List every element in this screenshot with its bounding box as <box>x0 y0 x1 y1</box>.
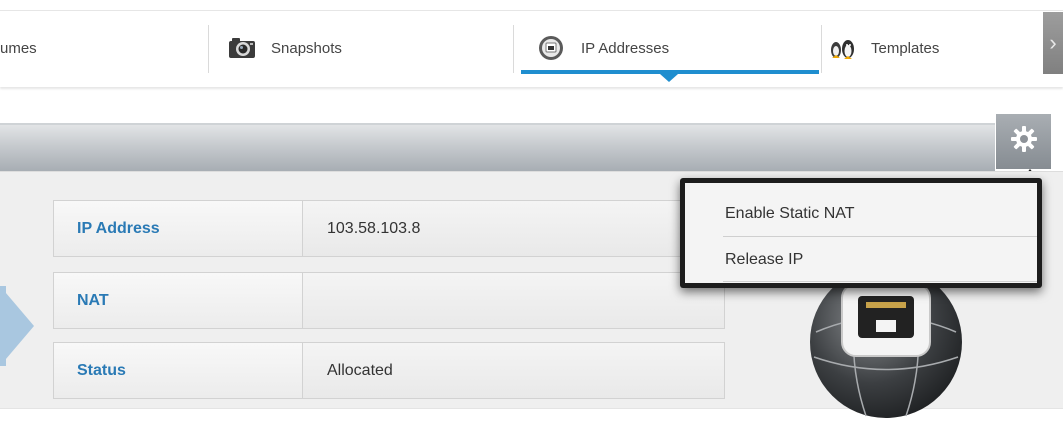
detail-row-ip-address: IP Address 103.58.103.8 <box>53 200 725 257</box>
menu-divider <box>723 281 1037 282</box>
detail-value <box>303 273 724 328</box>
side-indicator-arrow <box>0 286 34 366</box>
gear-icon <box>1010 125 1038 158</box>
tab-bar: umes Snapshots IP Addresses Templates <box>0 10 1063 87</box>
app-window: umes Snapshots IP Addresses Templates › … <box>0 0 1063 442</box>
menu-item-enable-static-nat[interactable]: Enable Static NAT <box>685 191 1037 237</box>
detail-label: Status <box>54 343 303 398</box>
tab-divider <box>208 25 209 73</box>
tab-ip-addresses-label: IP Addresses <box>581 39 670 57</box>
templates-icon <box>827 33 857 63</box>
detail-label: IP Address <box>54 201 303 256</box>
actions-menu-list: Enable Static NAT Release IP <box>685 183 1037 283</box>
detail-value: 103.58.103.8 <box>303 201 724 256</box>
menu-item-release-ip[interactable]: Release IP <box>685 237 1037 283</box>
menu-item-label: Release IP <box>725 251 804 268</box>
menu-item-label: Enable Static NAT <box>725 205 855 222</box>
actions-menu: Enable Static NAT Release IP <box>680 178 1042 288</box>
tab-templates[interactable]: Templates <box>825 11 1037 85</box>
active-tab-caret <box>660 74 678 82</box>
detail-row-nat: NAT <box>53 272 725 329</box>
tab-snapshots-label: Snapshots <box>271 39 342 57</box>
camera-icon <box>227 33 257 63</box>
ip-address-icon <box>537 33 567 63</box>
tab-volumes-label: umes <box>0 39 37 57</box>
scroll-tabs-right-button[interactable]: › <box>1043 12 1063 74</box>
tab-snapshots[interactable]: Snapshots <box>215 11 517 85</box>
tab-templates-label: Templates <box>871 39 940 57</box>
tab-divider <box>821 25 822 73</box>
chevron-right-icon: › <box>1049 30 1057 55</box>
details-header-bar <box>0 123 995 173</box>
actions-gear-button[interactable] <box>996 114 1051 169</box>
detail-value: Allocated <box>303 343 724 398</box>
tab-volumes[interactable]: umes <box>0 11 200 85</box>
detail-row-status: Status Allocated <box>53 342 725 399</box>
detail-label: NAT <box>54 273 303 328</box>
tab-divider <box>513 25 514 73</box>
